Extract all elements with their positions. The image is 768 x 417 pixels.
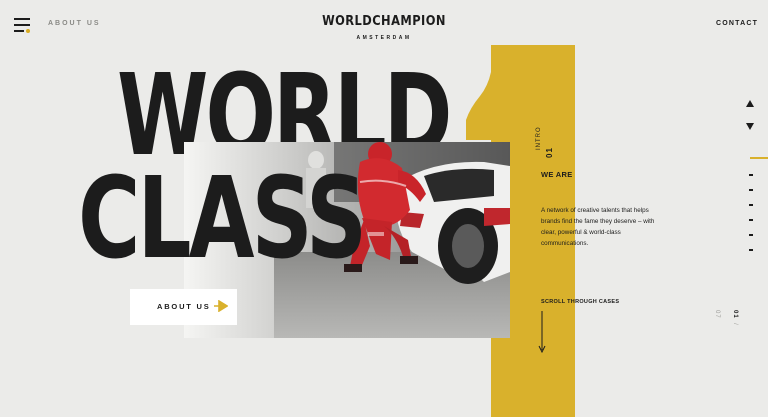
rail-dash-3[interactable] xyxy=(749,189,753,191)
triangle-up-icon[interactable] xyxy=(746,100,754,107)
intro-description: A network of creative talents that helps… xyxy=(541,207,655,247)
intro-number: 01 xyxy=(545,147,554,158)
slide-counter-current: 01 xyxy=(732,310,738,319)
rail-dash-6[interactable] xyxy=(749,234,753,236)
rail-dash-7[interactable] xyxy=(749,249,753,251)
rail-active-indicator[interactable] xyxy=(750,157,768,159)
arrow-right-icon xyxy=(214,300,228,312)
slide-counter-separator: / xyxy=(732,323,738,326)
intro-label: INTRO xyxy=(536,126,542,150)
slide-counter-total: 07 xyxy=(714,310,720,319)
rail-dash-5[interactable] xyxy=(749,219,753,221)
triangle-down-icon[interactable] xyxy=(746,123,754,130)
rail-dash-2[interactable] xyxy=(749,174,753,176)
about-us-button[interactable]: ABOUT US xyxy=(130,289,237,325)
intro-title: WE ARE xyxy=(541,170,573,179)
scroll-cases-label[interactable]: SCROLL THROUGH CASES xyxy=(541,299,619,305)
slide-counter: 01 / 07 xyxy=(711,310,747,331)
arrow-down-icon[interactable] xyxy=(538,311,546,353)
headline-class: CLASS xyxy=(78,154,367,284)
rail-dash-4[interactable] xyxy=(749,204,753,206)
about-us-button-label: ABOUT US xyxy=(157,302,211,311)
